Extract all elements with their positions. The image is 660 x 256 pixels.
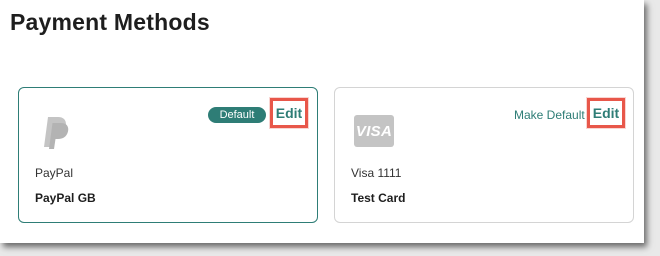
make-default-link[interactable]: Make Default: [514, 108, 585, 122]
paypal-icon: [44, 117, 69, 149]
edit-button[interactable]: Edit: [587, 98, 625, 128]
default-badge: Default: [208, 107, 266, 123]
page-title: Payment Methods: [10, 9, 210, 35]
payment-methods-panel: Payment Methods Default Edit PayPal PayP…: [0, 0, 644, 243]
payment-method-name: Test Card: [351, 191, 406, 205]
payment-method-type: PayPal: [35, 166, 74, 180]
edit-button[interactable]: Edit: [270, 98, 308, 128]
payment-method-name: PayPal GB: [35, 191, 96, 205]
visa-icon: VISA: [354, 115, 394, 147]
payment-method-type: Visa 1111: [351, 166, 402, 180]
payment-card-paypal[interactable]: Default Edit PayPal PayPal GB: [18, 87, 318, 223]
payment-card-visa[interactable]: VISA Make Default Edit Visa 1111 Test Ca…: [334, 87, 634, 223]
